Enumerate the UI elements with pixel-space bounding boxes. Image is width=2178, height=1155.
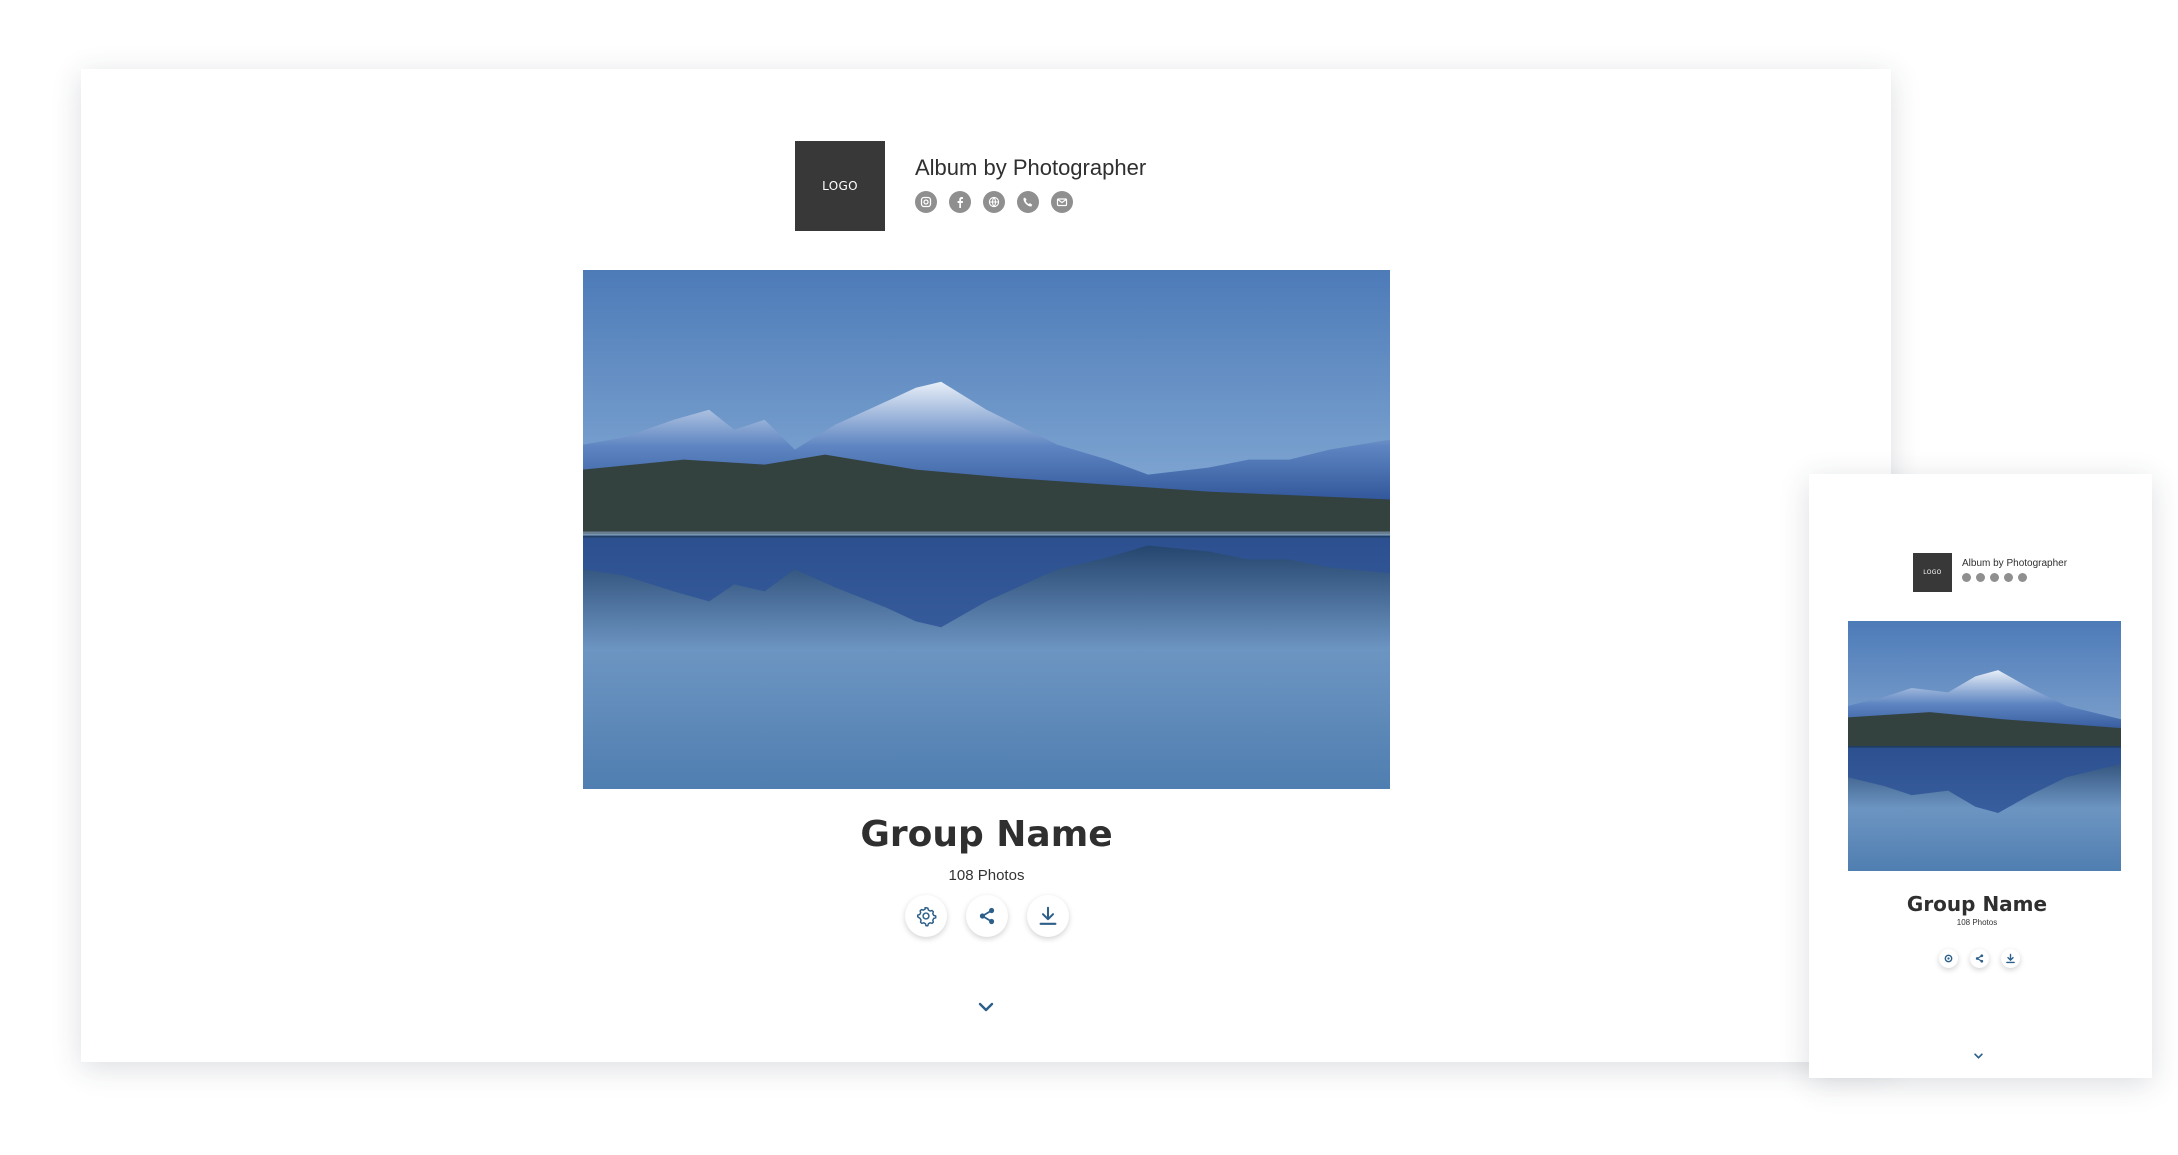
chevron-down-icon xyxy=(978,1002,994,1012)
photo-count: 108 Photos xyxy=(948,867,1025,884)
settings-icon xyxy=(916,907,936,927)
social-links xyxy=(1962,573,2027,582)
logo-placeholder: LOGO xyxy=(795,141,885,231)
download-icon xyxy=(2006,953,2015,964)
group-name-heading: Group Name xyxy=(1906,892,2048,916)
share-button[interactable] xyxy=(965,895,1008,937)
email-icon[interactable] xyxy=(2018,573,2027,582)
hero-image xyxy=(583,270,1390,789)
download-button[interactable] xyxy=(1026,895,1069,937)
album-title: Album by Photographer xyxy=(1962,558,2068,569)
group-name-heading: Group Name xyxy=(860,814,1113,855)
share-icon xyxy=(1975,954,1984,963)
share-button[interactable] xyxy=(1970,949,1989,968)
download-icon xyxy=(1039,906,1056,925)
settings-button[interactable] xyxy=(904,895,947,937)
album-title: Album by Photographer xyxy=(915,155,1147,180)
website-icon[interactable] xyxy=(983,191,1005,213)
facebook-icon[interactable] xyxy=(949,191,971,213)
website-icon[interactable] xyxy=(1990,573,1999,582)
chevron-down-icon xyxy=(1973,1053,1983,1059)
settings-button[interactable] xyxy=(1939,949,1958,968)
photo-count: 108 Photos xyxy=(1956,918,1998,927)
mobile-preview: LOGO Album by Photographer Group Name 10… xyxy=(1809,474,2152,1078)
hero-image xyxy=(1848,621,2121,871)
scroll-down-button[interactable] xyxy=(1970,1050,1986,1062)
instagram-icon[interactable] xyxy=(915,191,937,213)
desktop-preview: LOGO Album by Photographer Group Name 10… xyxy=(81,69,1891,1062)
share-icon xyxy=(979,907,994,925)
email-icon[interactable] xyxy=(1051,191,1073,213)
logo-placeholder: LOGO xyxy=(1913,553,1952,592)
phone-icon[interactable] xyxy=(1017,191,1039,213)
download-button[interactable] xyxy=(2001,949,2020,968)
phone-icon[interactable] xyxy=(2004,573,2013,582)
album-actions xyxy=(1809,949,2150,968)
social-links xyxy=(915,191,1073,213)
scroll-down-button[interactable] xyxy=(971,995,1001,1019)
instagram-icon[interactable] xyxy=(1962,573,1971,582)
settings-icon xyxy=(1944,954,1953,963)
facebook-icon[interactable] xyxy=(1976,573,1985,582)
album-actions xyxy=(583,895,1390,937)
